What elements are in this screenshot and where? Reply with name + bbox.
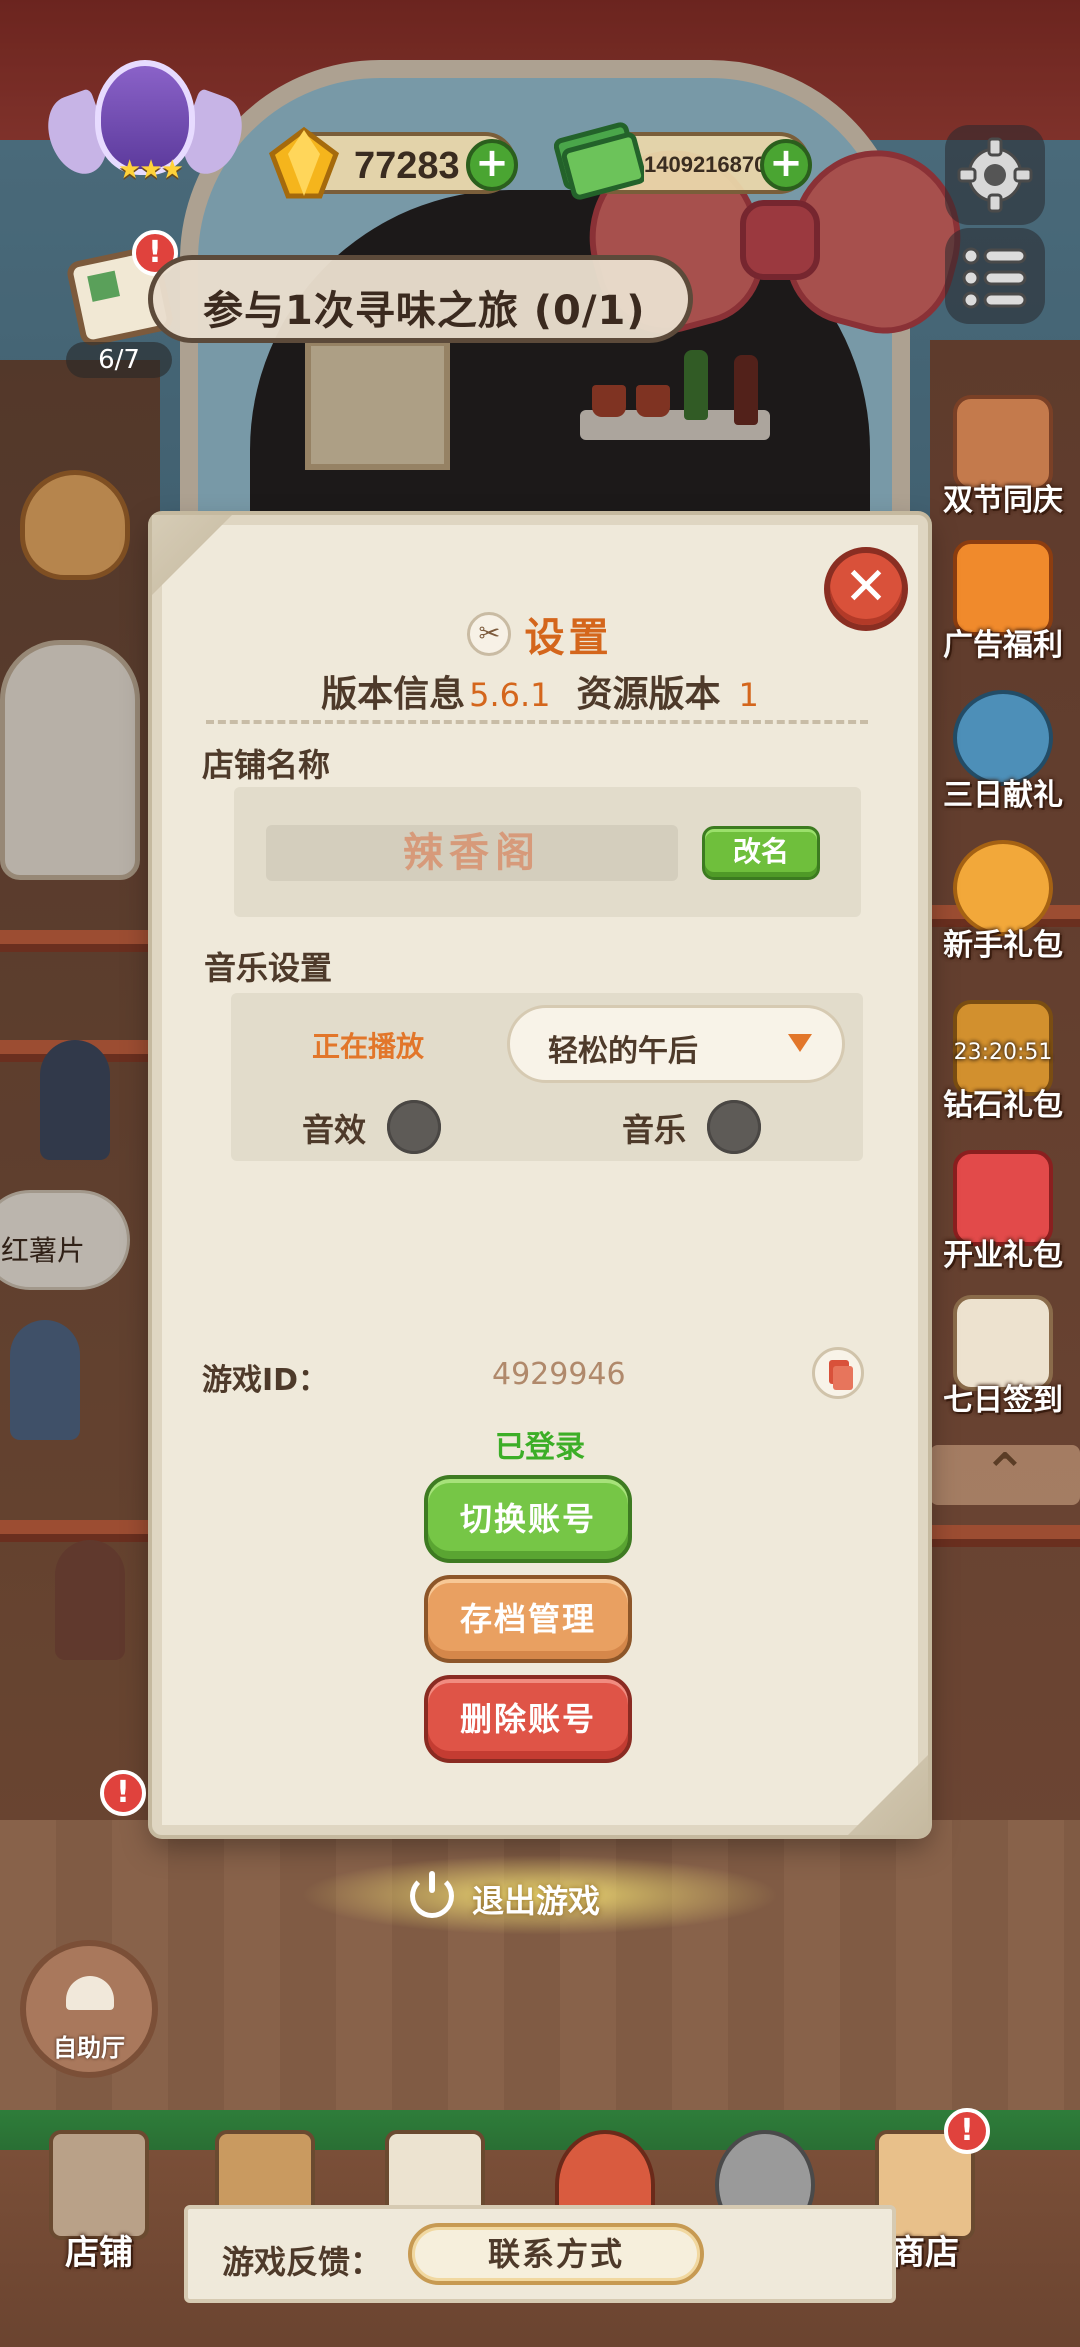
- exit-game-button[interactable]: 退出游戏: [410, 1871, 710, 1922]
- recipe-alert-badge: !: [100, 1770, 146, 1816]
- cash-icon: [554, 122, 644, 200]
- sfx-label: 音效: [302, 1111, 367, 1149]
- copy-id-button[interactable]: [812, 1347, 864, 1399]
- quest-banner[interactable]: 参与1次寻味之旅 (0/1): [148, 255, 693, 343]
- diamond-pack-timer: 23:20:51: [953, 1040, 1053, 1065]
- save-management-button[interactable]: 存档管理: [424, 1575, 632, 1663]
- cash-counter: 1409216870 +: [554, 122, 812, 200]
- side-item-newbie-pack[interactable]: 新手礼包: [928, 840, 1078, 980]
- resource-version-label: 资源版本: [576, 674, 721, 715]
- side-item-label: 三日献礼: [943, 778, 1063, 813]
- music-label: 音乐: [622, 1111, 687, 1149]
- music-settings-heading: 音乐设置: [204, 949, 333, 987]
- side-item-double-festival[interactable]: 双节同庆: [928, 395, 1078, 535]
- quest-text: 参与1次寻味之旅 (0/1): [203, 288, 646, 334]
- quest-progress-count: 6/7: [66, 342, 172, 378]
- feedback-label: 游戏反馈：: [222, 2243, 383, 2281]
- gem-amount: 77283: [354, 145, 460, 187]
- rename-button[interactable]: 改名: [702, 826, 820, 880]
- music-toggle[interactable]: [707, 1100, 761, 1154]
- collapse-side-menu-button[interactable]: ⌃: [930, 1445, 1080, 1505]
- shop-name-field[interactable]: 辣香阁: [266, 825, 678, 881]
- chevron-up-icon: ⌃: [981, 1442, 1029, 1507]
- nav-shop-label: 店铺: [65, 2233, 133, 2273]
- rank-stars-icon: ★★★: [118, 155, 184, 185]
- side-item-ad-bonus[interactable]: 广告福利: [928, 540, 1078, 680]
- shop-name-heading: 店铺名称: [202, 746, 331, 784]
- power-icon: [410, 1871, 454, 1918]
- version-info-row: 版本信息 5.6.1 资源版本 1: [162, 665, 918, 717]
- store-alert-badge: !: [944, 2108, 990, 2154]
- exit-game-label: 退出游戏: [472, 1882, 601, 1920]
- menu-list-button[interactable]: [945, 228, 1045, 324]
- resource-version-value: 1: [738, 676, 759, 714]
- settings-gear-button[interactable]: [945, 125, 1045, 225]
- side-item-label: 开业礼包: [943, 1238, 1063, 1273]
- side-item-three-day-gift[interactable]: 三日献礼: [928, 690, 1078, 830]
- track-select-dropdown[interactable]: 轻松的午后: [507, 1005, 845, 1083]
- side-item-label: 钻石礼包: [943, 1088, 1063, 1123]
- gem-counter: 77283 +: [268, 126, 518, 199]
- switch-account-button[interactable]: 切换账号: [424, 1475, 632, 1563]
- add-cash-button[interactable]: +: [760, 139, 812, 191]
- dialog-title: 设置: [524, 615, 613, 661]
- copy-icon-front: [833, 1366, 853, 1390]
- side-item-seven-day-signin[interactable]: 七日签到: [928, 1295, 1078, 1435]
- dialog-corner-decoration: [152, 515, 232, 595]
- settings-dialog: ✕ ✂ 设置 版本信息 5.6.1 资源版本 1 店铺名称 辣香阁 改名 音乐设置 正…: [152, 515, 928, 1835]
- version-value: 5.6.1: [469, 676, 551, 714]
- dropdown-caret-icon: [788, 1034, 812, 1052]
- side-item-label: 新手礼包: [943, 928, 1063, 963]
- sfx-toggle[interactable]: [387, 1100, 441, 1154]
- cash-amount: 1409216870: [644, 152, 767, 177]
- dialog-title-row: ✂ 设置: [162, 605, 918, 663]
- login-status: 已登录: [495, 1430, 585, 1465]
- side-item-label: 广告福利: [943, 628, 1063, 663]
- side-item-diamond-pack[interactable]: 23:20:51 钻石礼包: [928, 1000, 1078, 1140]
- game-id-label: 游戏ID：: [202, 1363, 329, 1398]
- buffet-hall-label: 自助厅: [53, 2034, 125, 2062]
- game-id-value: 4929946: [492, 1357, 626, 1392]
- now-playing-label: 正在播放: [312, 1030, 425, 1063]
- chef-rank-badge[interactable]: ★★★: [37, 55, 253, 195]
- gem-icon: [268, 126, 340, 199]
- version-label: 版本信息: [321, 674, 466, 715]
- side-item-label: 双节同庆: [943, 483, 1063, 518]
- side-item-opening-pack[interactable]: 开业礼包: [928, 1150, 1078, 1290]
- dialog-corner-decoration: [848, 1755, 928, 1835]
- divider: [206, 720, 868, 724]
- gear-icon: [957, 137, 1033, 213]
- tools-icon: ✂: [467, 612, 512, 656]
- nav-shop[interactable]: 店铺: [34, 2130, 164, 2280]
- delete-account-button[interactable]: 删除账号: [424, 1675, 632, 1763]
- buffet-hall-button[interactable]: 自助厅: [20, 1940, 158, 2078]
- side-item-label: 七日签到: [943, 1383, 1063, 1418]
- add-gems-button[interactable]: +: [466, 139, 518, 191]
- contact-button[interactable]: 联系方式: [408, 2223, 704, 2285]
- list-icon: [962, 247, 1027, 309]
- cloche-icon: [66, 1976, 114, 2010]
- feedback-bar: 游戏反馈： 联系方式: [184, 2205, 896, 2303]
- selected-track: 轻松的午后: [548, 1034, 698, 1069]
- shop-building-icon: [49, 2130, 149, 2240]
